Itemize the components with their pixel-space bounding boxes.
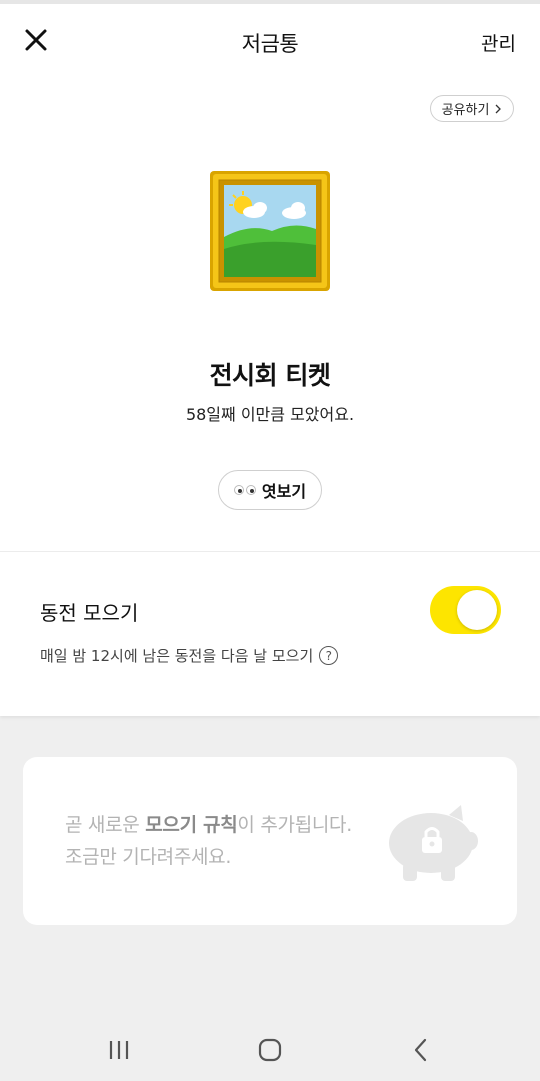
- chevron-right-icon: [495, 104, 502, 113]
- coin-collect-toggle[interactable]: [430, 586, 501, 634]
- notice-line-1: 곧 새로운 모으기 규칙이 추가됩니다.: [65, 814, 352, 836]
- question-circle-icon[interactable]: ?: [319, 646, 339, 665]
- coin-collect-label: 동전 모으기: [40, 601, 139, 625]
- share-button[interactable]: 공유하기: [430, 95, 514, 122]
- peek-button[interactable]: 엿보기: [218, 470, 322, 510]
- page-title: 저금통: [241, 32, 299, 56]
- piggy-bank-lock-icon: [389, 805, 478, 881]
- back-icon[interactable]: [407, 1037, 435, 1063]
- ticket-title: 전시회 티켓: [209, 361, 331, 390]
- coin-collect-description-text: 매일 밤 12시에 남은 동전을 다음 날 모으기: [40, 647, 314, 665]
- framed-picture-icon: [210, 171, 330, 291]
- system-nav-bar: [0, 1019, 540, 1081]
- peek-label: 엿보기: [261, 482, 307, 501]
- header: 저금통 관리: [0, 4, 540, 76]
- notice-card: 곧 새로운 모으기 규칙이 추가됩니다. 조금만 기다려주세요.: [23, 757, 517, 925]
- coin-collect-description: 매일 밤 12시에 남은 동전을 다음 날 모으기 ?: [40, 645, 339, 666]
- recent-apps-icon[interactable]: [105, 1037, 133, 1063]
- notice-text: 곧 새로운 모으기 규칙이 추가됩니다. 조금만 기다려주세요.: [65, 809, 352, 873]
- manage-button[interactable]: 관리: [481, 29, 516, 56]
- ticket-subtitle: 58일째 이만큼 모았어요.: [185, 405, 355, 424]
- eyes-icon: [233, 485, 256, 495]
- notice-line-2: 조금만 기다려주세요.: [65, 846, 232, 868]
- home-icon[interactable]: [256, 1037, 284, 1063]
- divider: [0, 551, 540, 552]
- share-label: 공유하기: [441, 103, 490, 118]
- toggle-knob: [457, 590, 497, 630]
